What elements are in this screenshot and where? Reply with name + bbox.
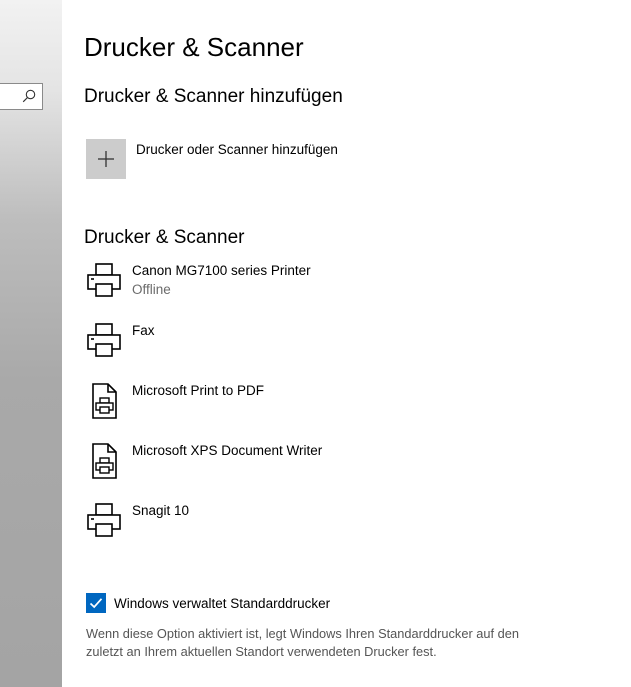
default-printer-description: Wenn diese Option aktiviert ist, legt Wi… xyxy=(86,626,519,659)
default-printer-label: Windows verwaltet Standarddrucker xyxy=(114,595,331,611)
device-item-xps-writer[interactable]: Microsoft XPS Document Writer xyxy=(86,442,506,492)
device-name: Microsoft Print to PDF xyxy=(132,383,265,398)
device-item-fax[interactable]: Fax xyxy=(86,322,506,372)
default-printer-checkbox[interactable] xyxy=(86,593,106,613)
default-printer-checkbox-row[interactable]: Windows verwaltet Standarddrucker xyxy=(86,593,330,613)
document-printer-icon xyxy=(92,443,117,479)
device-item-canon[interactable]: Canon MG7100 series Printer Offline xyxy=(86,262,506,312)
device-item-print-to-pdf[interactable]: Microsoft Print to PDF xyxy=(86,382,506,432)
add-printer-button[interactable]: Drucker oder Scanner hinzufügen xyxy=(86,139,338,179)
sidebar xyxy=(0,0,62,687)
add-printer-label: Drucker oder Scanner hinzufügen xyxy=(136,142,338,157)
printer-icon xyxy=(87,503,121,537)
document-printer-icon xyxy=(92,383,117,419)
checkmark-icon xyxy=(89,598,103,609)
page-title: Drucker & Scanner xyxy=(84,32,304,62)
device-item-snagit[interactable]: Snagit 10 xyxy=(86,502,506,552)
device-name: Microsoft XPS Document Writer xyxy=(132,443,323,458)
device-name: Fax xyxy=(132,323,155,338)
device-name: Snagit 10 xyxy=(132,503,190,518)
search-input[interactable] xyxy=(0,83,43,110)
device-name: Canon MG7100 series Printer xyxy=(132,263,311,278)
add-tile[interactable] xyxy=(86,139,126,179)
add-section-heading: Drucker & Scanner hinzufügen xyxy=(84,86,343,107)
search-icon xyxy=(22,89,36,103)
printer-icon xyxy=(87,323,121,357)
plus-icon xyxy=(98,151,114,167)
device-status: Offline xyxy=(132,282,171,297)
main-content: Drucker & Scanner Drucker & Scanner hinz… xyxy=(62,0,631,687)
devices-section-heading: Drucker & Scanner xyxy=(84,227,245,248)
printer-icon xyxy=(87,263,121,297)
